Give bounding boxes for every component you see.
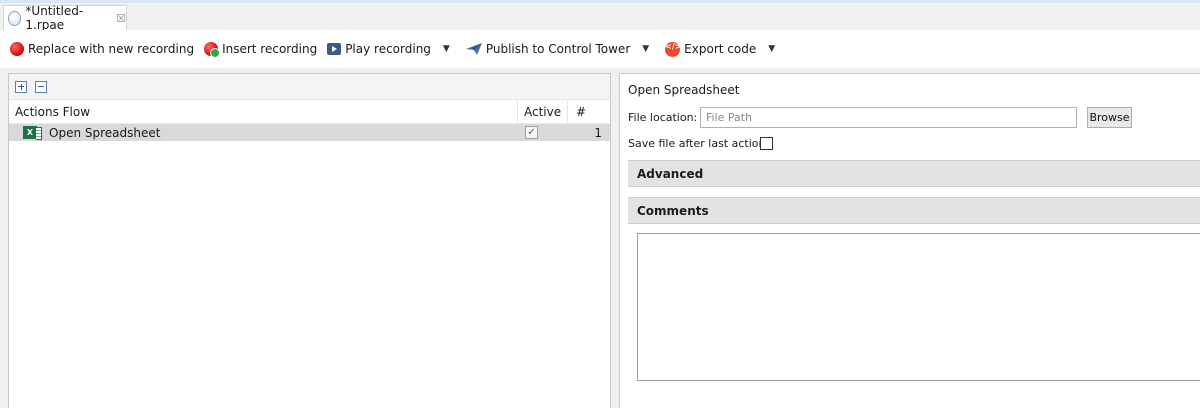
comments-textarea[interactable] xyxy=(637,233,1200,381)
column-actions-flow[interactable]: Actions Flow xyxy=(9,105,517,119)
column-active[interactable]: Active xyxy=(517,100,567,123)
browse-button[interactable]: Browse xyxy=(1087,107,1132,128)
play-recording-button[interactable]: Play recording ▼ xyxy=(327,42,456,56)
active-checkbox[interactable]: ✓ xyxy=(525,126,538,139)
replace-label: Replace with new recording xyxy=(28,42,195,56)
export-dropdown-icon[interactable]: ▼ xyxy=(768,44,775,54)
publish-label: Publish to Control Tower xyxy=(485,42,631,56)
editor-tab[interactable]: *Untitled-1.rpae ☒ xyxy=(3,4,127,32)
close-tab-icon[interactable]: ☒ xyxy=(116,12,126,25)
publish-dropdown-icon[interactable]: ▼ xyxy=(642,44,649,54)
code-icon: </> xyxy=(665,41,682,57)
document-globe-icon xyxy=(8,10,22,26)
play-dropdown-icon[interactable]: ▼ xyxy=(443,44,450,54)
table-row[interactable]: X Open Spreadsheet ✓ 1 xyxy=(9,124,610,141)
action-name-cell: X Open Spreadsheet xyxy=(9,126,517,140)
actions-flow-panel: Actions Flow Active # X Open Spreadsheet… xyxy=(8,73,611,408)
file-location-label: File location: xyxy=(628,111,698,124)
save-file-after-last-action-checkbox[interactable] xyxy=(760,137,773,150)
insert-record-icon xyxy=(204,42,221,58)
actions-tree-toolbar xyxy=(9,74,610,100)
insert-recording-button[interactable]: Insert recording xyxy=(204,42,318,58)
paper-plane-icon xyxy=(465,43,482,55)
file-path-input[interactable] xyxy=(700,107,1077,128)
tab-title: *Untitled-1.rpae xyxy=(25,4,84,32)
action-active-cell: ✓ xyxy=(517,126,567,139)
insert-label: Insert recording xyxy=(222,42,318,56)
recording-toolbar: Replace with new recording Insert record… xyxy=(0,30,1200,68)
record-icon xyxy=(10,42,24,56)
column-number[interactable]: # xyxy=(567,100,610,123)
export-code-button[interactable]: </> Export code ▼ xyxy=(665,41,781,57)
actions-grid-header: Actions Flow Active # xyxy=(9,100,610,124)
replace-with-new-recording-button[interactable]: Replace with new recording xyxy=(10,42,194,56)
properties-title: Open Spreadsheet xyxy=(628,83,740,97)
action-number: 1 xyxy=(594,125,602,140)
excel-icon: X xyxy=(23,126,42,140)
export-label: Export code xyxy=(684,42,757,56)
save-file-after-last-action-label: Save file after last action xyxy=(628,137,766,150)
action-name: Open Spreadsheet xyxy=(49,125,161,140)
collapse-all-icon[interactable] xyxy=(35,80,47,93)
publish-to-control-tower-button[interactable]: Publish to Control Tower ▼ xyxy=(465,42,655,56)
play-icon xyxy=(327,43,342,55)
editor-tab-bar: *Untitled-1.rpae ☒ xyxy=(0,3,1200,32)
play-label: Play recording xyxy=(345,42,431,56)
action-properties-panel: Open Spreadsheet File location: Browse S… xyxy=(619,73,1200,408)
comments-section-header[interactable]: Comments xyxy=(628,197,1200,224)
expand-all-icon[interactable] xyxy=(15,80,27,93)
advanced-section-header[interactable]: Advanced xyxy=(628,160,1200,187)
